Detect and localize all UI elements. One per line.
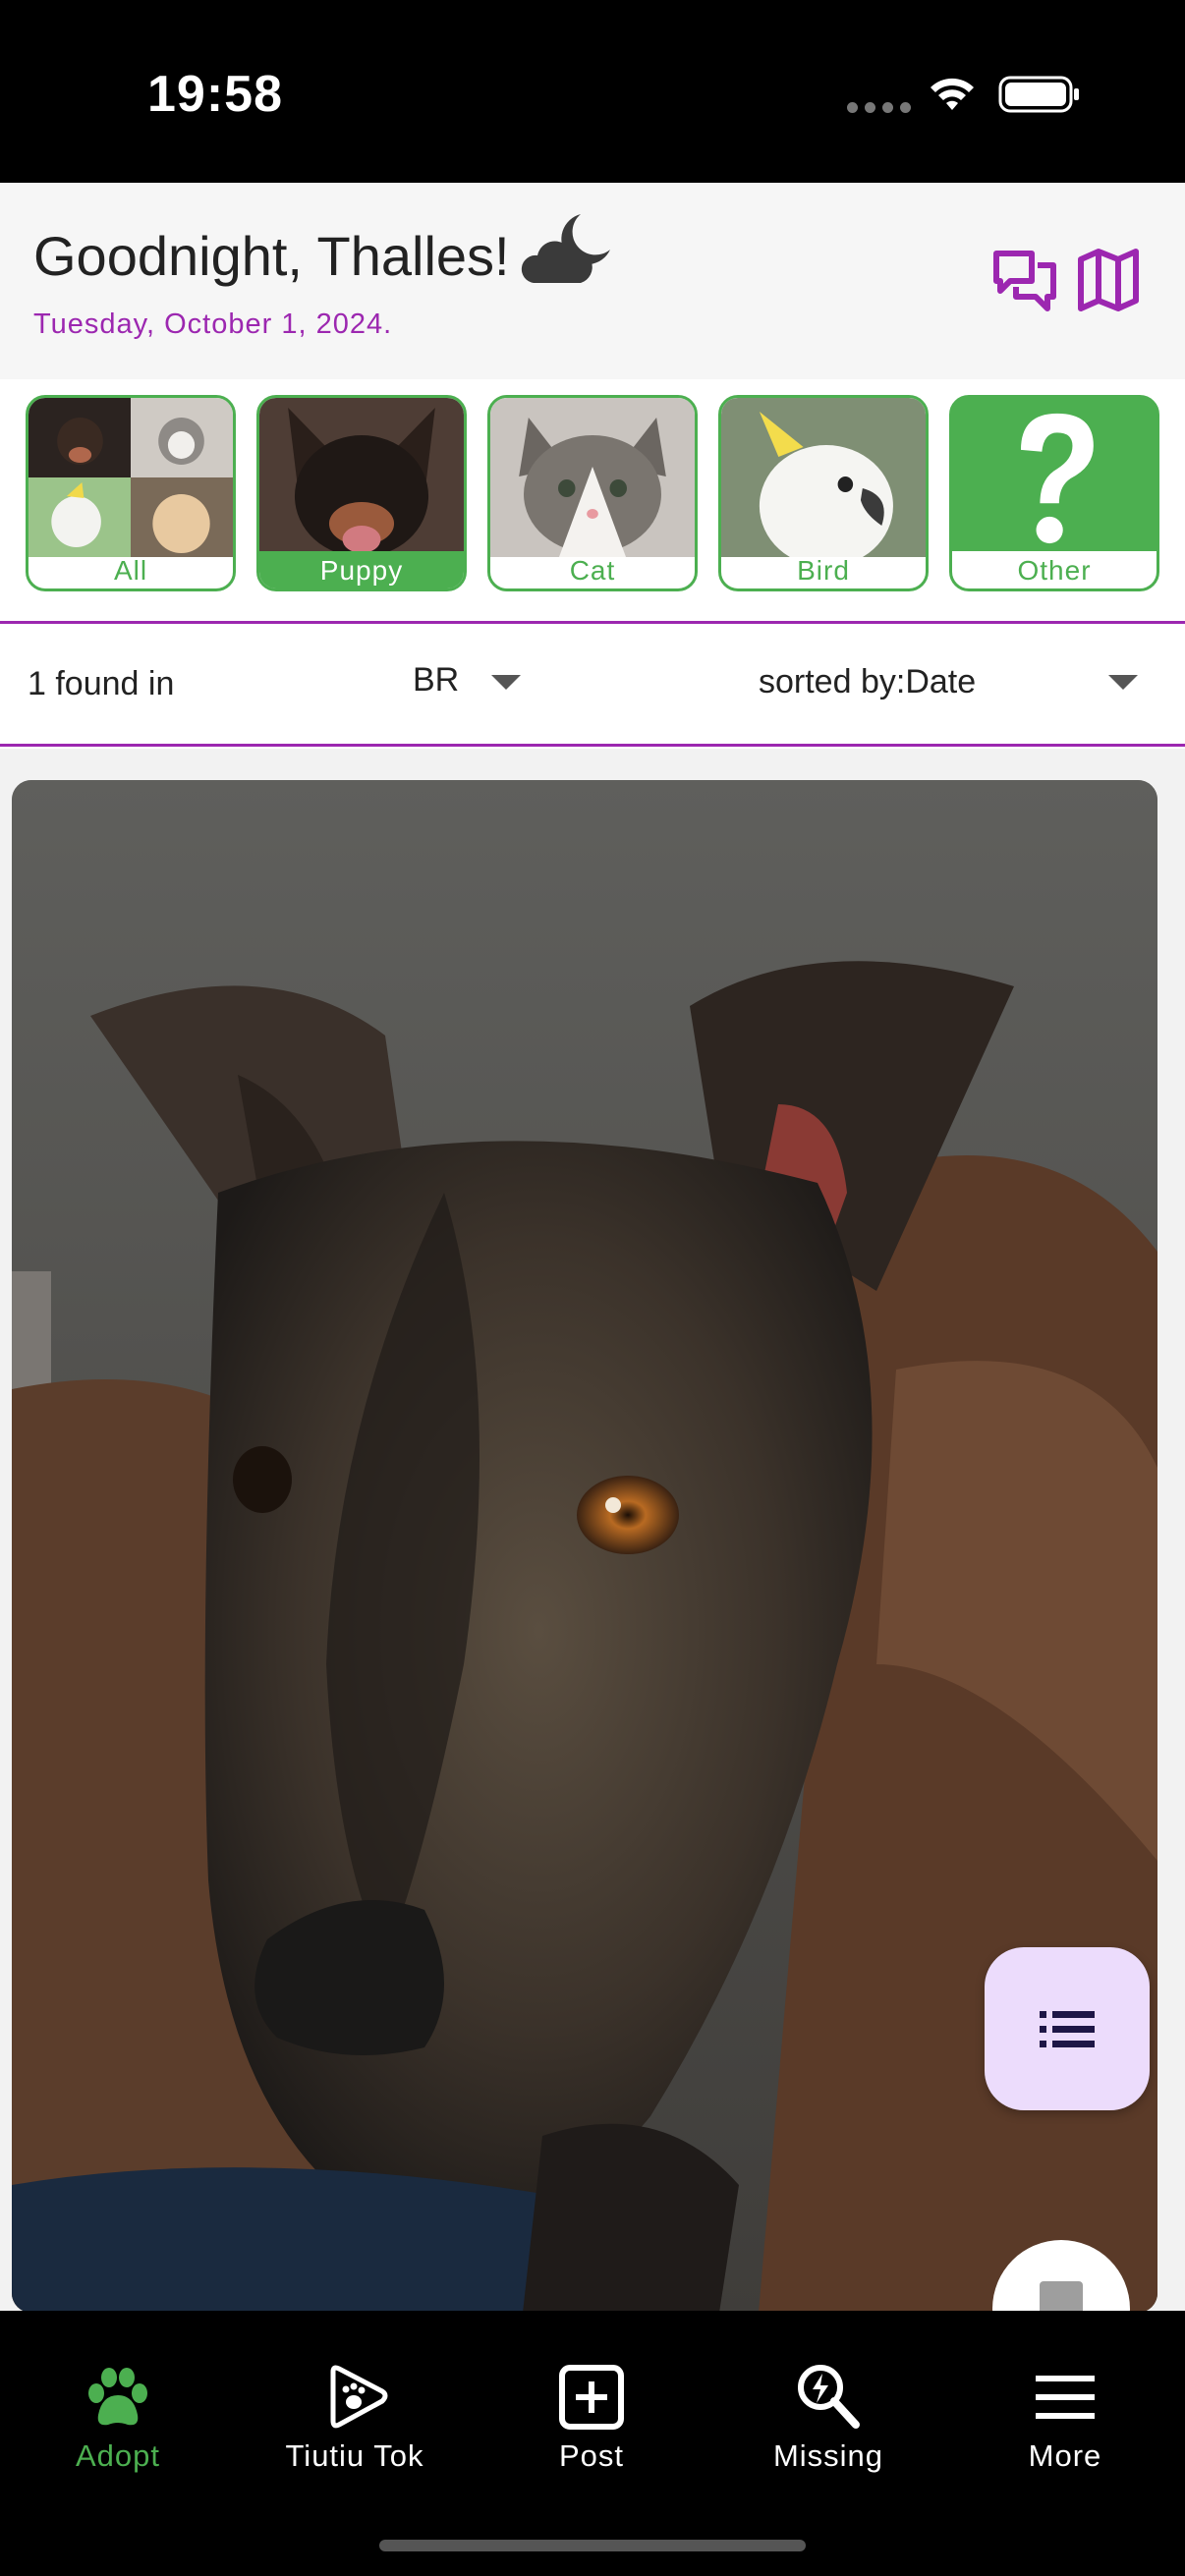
nav-post[interactable]: Post — [474, 2311, 709, 2507]
category-puppy[interactable]: Puppy — [256, 395, 467, 591]
divider-bottom — [0, 744, 1185, 747]
chevron-down-icon[interactable] — [1108, 675, 1138, 690]
nav-label: Adopt — [75, 2438, 160, 2473]
home-indicator[interactable] — [379, 2540, 806, 2551]
nav-label: Missing — [772, 2438, 884, 2473]
status-time: 19:58 — [147, 66, 283, 123]
divider-top — [0, 621, 1185, 624]
category-cat-image — [490, 398, 695, 557]
status-bar: 19:58 — [0, 0, 1185, 183]
category-label: Other — [952, 551, 1157, 588]
date-label: Tuesday, October 1, 2024. — [33, 308, 393, 340]
nav-missing[interactable]: Missing — [710, 2311, 946, 2507]
nav-more[interactable]: More — [947, 2311, 1183, 2507]
category-all[interactable]: All — [26, 395, 236, 591]
country-dropdown[interactable]: BR — [413, 661, 459, 700]
nav-label: Tiutiu Tok — [285, 2438, 424, 2473]
play-paw-icon — [330, 2365, 388, 2429]
header: Goodnight, Thalles! Tuesday, October 1, … — [0, 183, 1185, 379]
nav-adopt[interactable]: Adopt — [0, 2311, 236, 2507]
category-bird[interactable]: Bird — [718, 395, 929, 591]
greeting-text: Goodnight, Thalles! — [33, 224, 510, 287]
chevron-down-icon[interactable] — [491, 675, 521, 690]
list-icon — [1040, 2011, 1095, 2047]
paw-icon — [88, 2368, 147, 2426]
nav-label: Post — [558, 2438, 625, 2473]
category-label: Puppy — [259, 551, 464, 588]
sort-dropdown[interactable]: sorted by:Date — [759, 663, 976, 701]
moon-cloud-icon — [521, 214, 610, 283]
category-label: Cat — [569, 555, 616, 586]
signal-icon — [847, 102, 911, 113]
category-all-image — [28, 398, 233, 557]
menu-icon — [1036, 2376, 1095, 2419]
sort-value: Date — [905, 663, 977, 700]
category-bird-image — [721, 398, 926, 557]
search-bolt-icon — [798, 2365, 860, 2429]
category-selector: All Puppy Cat Bird Other — [0, 379, 1185, 623]
sort-prefix: sorted by: — [759, 663, 906, 700]
map-icon[interactable] — [1077, 248, 1140, 312]
category-cat[interactable]: Cat — [487, 395, 698, 591]
battery-icon — [998, 76, 1079, 113]
nav-tiutiu-tok[interactable]: Tiutiu Tok — [237, 2311, 473, 2507]
list-view-button[interactable] — [985, 1947, 1150, 2110]
category-label: All — [113, 555, 148, 586]
nav-label: More — [1028, 2438, 1102, 2473]
filter-bar: 1 found in BR sorted by:Date — [0, 626, 1185, 744]
category-other[interactable]: Other — [949, 395, 1159, 591]
wifi-icon — [931, 78, 974, 110]
question-mark-icon — [1020, 413, 1094, 544]
chat-icon[interactable] — [992, 248, 1057, 312]
category-puppy-image — [259, 398, 464, 557]
category-label: Bird — [797, 555, 850, 586]
greeting: Goodnight, Thalles! — [33, 214, 614, 289]
add-box-icon — [559, 2365, 624, 2430]
bottom-navigation: Adopt Tiutiu Tok Post Missing More — [0, 2311, 1185, 2576]
results-count: 1 found in — [28, 665, 175, 702]
